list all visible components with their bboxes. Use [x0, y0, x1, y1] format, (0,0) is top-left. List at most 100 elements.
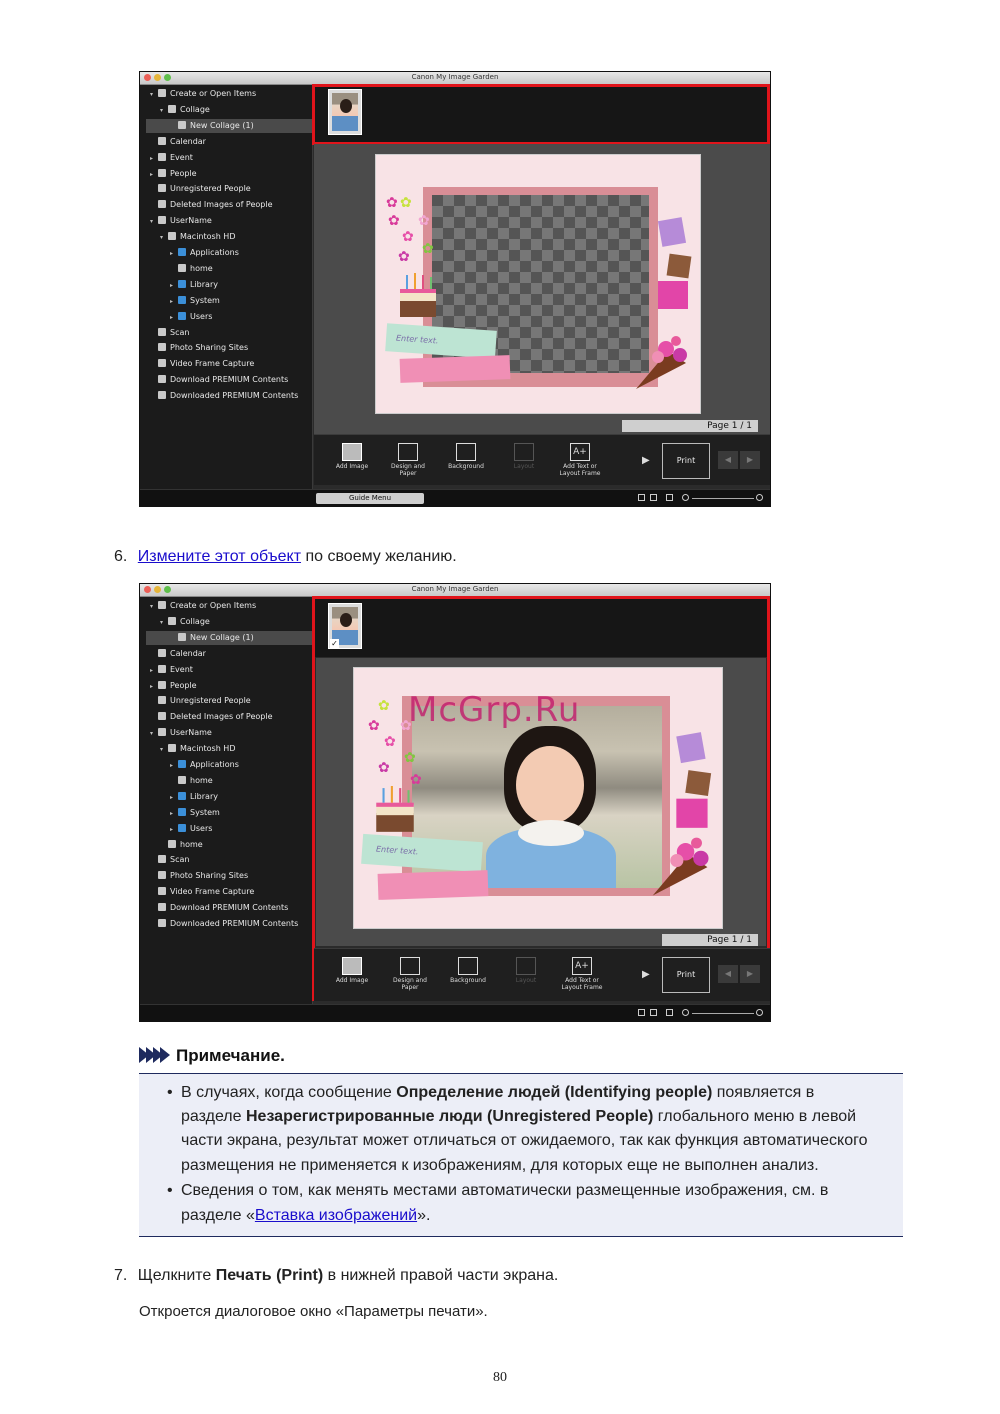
fit-icon[interactable] [666, 494, 673, 501]
sidebar-item[interactable]: ▸ Users [170, 822, 212, 836]
sidebar-item[interactable]: Downloaded PREMIUM Contents [150, 389, 298, 403]
disclosure-icon[interactable]: ▾ [150, 215, 158, 229]
add-image-button[interactable]: Add Image [326, 957, 378, 995]
sidebar-item[interactable]: ▸ Library [170, 278, 218, 292]
sidebar-item[interactable]: ▾ Macintosh HD [160, 230, 235, 244]
sidebar-item[interactable]: ▾ Macintosh HD [160, 742, 235, 756]
change-item-link[interactable]: Измените этот объект [138, 548, 301, 565]
sidebar-item[interactable]: ▸ Event [150, 151, 193, 165]
sidebar-item[interactable]: ▾ UserName [150, 214, 212, 228]
sidebar-item[interactable]: Video Frame Capture [150, 357, 254, 371]
disclosure-icon[interactable]: ▾ [150, 727, 158, 741]
disclosure-icon[interactable]: ▸ [170, 823, 178, 837]
sidebar-item[interactable]: Scan [150, 326, 189, 340]
disclosure-icon[interactable]: ▸ [150, 168, 158, 182]
sidebar-item[interactable]: ▾ Collage [160, 615, 210, 629]
print-button[interactable]: Print [662, 443, 710, 479]
disclosure-icon[interactable]: ▾ [160, 104, 168, 118]
sidebar-item-label: home [190, 775, 213, 785]
note-heading: Примечание. [139, 1046, 285, 1066]
disclosure-icon[interactable]: ▸ [150, 680, 158, 694]
view-mode-icon[interactable] [650, 494, 657, 501]
disclosure-icon[interactable]: ▸ [170, 791, 178, 805]
disclosure-icon[interactable]: ▾ [150, 88, 158, 102]
add-text-layout-frame-button[interactable]: A+ Add Text or Layout Frame [556, 957, 608, 995]
zoom-in-icon[interactable] [756, 1009, 763, 1016]
sidebar-item[interactable]: Video Frame Capture [150, 885, 254, 899]
add-text-layout-frame-button[interactable]: A+ Add Text or Layout Frame [554, 443, 606, 481]
layout-button[interactable]: Layout [500, 957, 552, 995]
disclosure-icon[interactable]: ▸ [170, 759, 178, 773]
disclosure-icon[interactable]: ▸ [170, 311, 178, 325]
sidebar-item[interactable]: ▸ System [170, 294, 220, 308]
sidebar-item[interactable]: Deleted Images of People [150, 198, 273, 212]
sidebar-item[interactable]: ▾ UserName [150, 726, 212, 740]
sidebar-item[interactable]: Downloaded PREMIUM Contents [150, 917, 298, 931]
sidebar-item[interactable]: home [170, 262, 213, 276]
disclosure-icon[interactable]: ▸ [150, 664, 158, 678]
disclosure-icon[interactable]: ▾ [160, 231, 168, 245]
sidebar-item[interactable]: Calendar [150, 135, 206, 149]
view-mode-icon[interactable] [638, 494, 645, 501]
sidebar-item[interactable]: home [170, 774, 213, 788]
background-button[interactable]: Background [440, 443, 492, 481]
zoom-slider[interactable] [692, 498, 754, 499]
sidebar-item[interactable]: ▸ People [150, 167, 197, 181]
sidebar-item[interactable]: Photo Sharing Sites [150, 341, 248, 355]
sidebar-item[interactable]: ▾ Create or Open Items [150, 87, 256, 101]
fit-icon[interactable] [666, 1009, 673, 1016]
sidebar-item[interactable]: home [160, 838, 203, 852]
sidebar-item-label: Unregistered People [170, 184, 251, 194]
insert-images-link[interactable]: Вставка изображений [255, 1207, 417, 1224]
design-and-paper-button[interactable]: Design and Paper [384, 957, 436, 995]
sidebar-item[interactable]: ▸ Users [170, 310, 212, 324]
edit-area: Enter text. ✿ ✿ ✿ ✿ ✿ ✿ ✿ Page 1 / 1 [314, 144, 770, 434]
sidebar-item[interactable]: ▸ People [150, 679, 197, 693]
sidebar-item[interactable]: Unregistered People [150, 182, 251, 196]
sidebar-item[interactable]: ▾ Create or Open Items [150, 599, 256, 613]
zoom-out-icon[interactable] [682, 1009, 689, 1016]
zoom-out-icon[interactable] [682, 494, 689, 501]
chevron-right-icon[interactable]: ▶ [642, 455, 650, 466]
sidebar-item[interactable]: Unregistered People [150, 694, 251, 708]
add-image-button[interactable]: Add Image [326, 443, 378, 481]
next-page-button[interactable]: ▶ [740, 965, 760, 983]
sidebar-item[interactable]: Download PREMIUM Contents [150, 901, 288, 915]
design-and-paper-button[interactable]: Design and Paper [382, 443, 434, 481]
prev-page-button[interactable]: ◀ [718, 965, 738, 983]
chevron-right-icon[interactable]: ▶ [642, 969, 650, 980]
background-button[interactable]: Background [442, 957, 494, 995]
sidebar-item[interactable]: ▸ System [170, 806, 220, 820]
disclosure-icon[interactable]: ▾ [160, 743, 168, 757]
print-button[interactable]: Print [662, 957, 710, 993]
sidebar-item[interactable]: Scan [150, 853, 189, 867]
sidebar-item[interactable]: ▸ Event [150, 663, 193, 677]
sidebar-item-label: Scan [170, 327, 190, 337]
layout-button[interactable]: Layout [498, 443, 550, 481]
zoom-in-icon[interactable] [756, 494, 763, 501]
zoom-slider[interactable] [692, 1013, 754, 1014]
disclosure-icon[interactable]: ▸ [170, 295, 178, 309]
view-mode-icon[interactable] [638, 1009, 645, 1016]
disclosure-icon[interactable]: ▸ [170, 247, 178, 261]
sidebar-item[interactable]: New Collage (1) [146, 630, 330, 645]
guide-menu-button[interactable]: Guide Menu [316, 493, 424, 504]
sidebar-item[interactable]: ▸ Library [170, 790, 218, 804]
sidebar-item[interactable]: Deleted Images of People [150, 710, 273, 724]
sidebar-item[interactable]: New Collage (1) [146, 118, 330, 133]
disclosure-icon[interactable]: ▸ [170, 279, 178, 293]
note-line: части экрана, результат может отличаться… [181, 1132, 868, 1149]
disclosure-icon[interactable]: ▾ [150, 600, 158, 614]
sidebar-item[interactable]: Photo Sharing Sites [150, 869, 248, 883]
disclosure-icon[interactable]: ▾ [160, 616, 168, 630]
prev-page-button[interactable]: ◀ [718, 451, 738, 469]
disclosure-icon[interactable]: ▸ [170, 807, 178, 821]
sidebar-item[interactable]: Calendar [150, 647, 206, 661]
sidebar-item[interactable]: Download PREMIUM Contents [150, 373, 288, 387]
disclosure-icon[interactable]: ▸ [150, 152, 158, 166]
sidebar-item[interactable]: ▸ Applications [170, 758, 239, 772]
next-page-button[interactable]: ▶ [740, 451, 760, 469]
sidebar-item[interactable]: ▸ Applications [170, 246, 239, 260]
view-mode-icon[interactable] [650, 1009, 657, 1016]
sidebar-item[interactable]: ▾ Collage [160, 103, 210, 117]
